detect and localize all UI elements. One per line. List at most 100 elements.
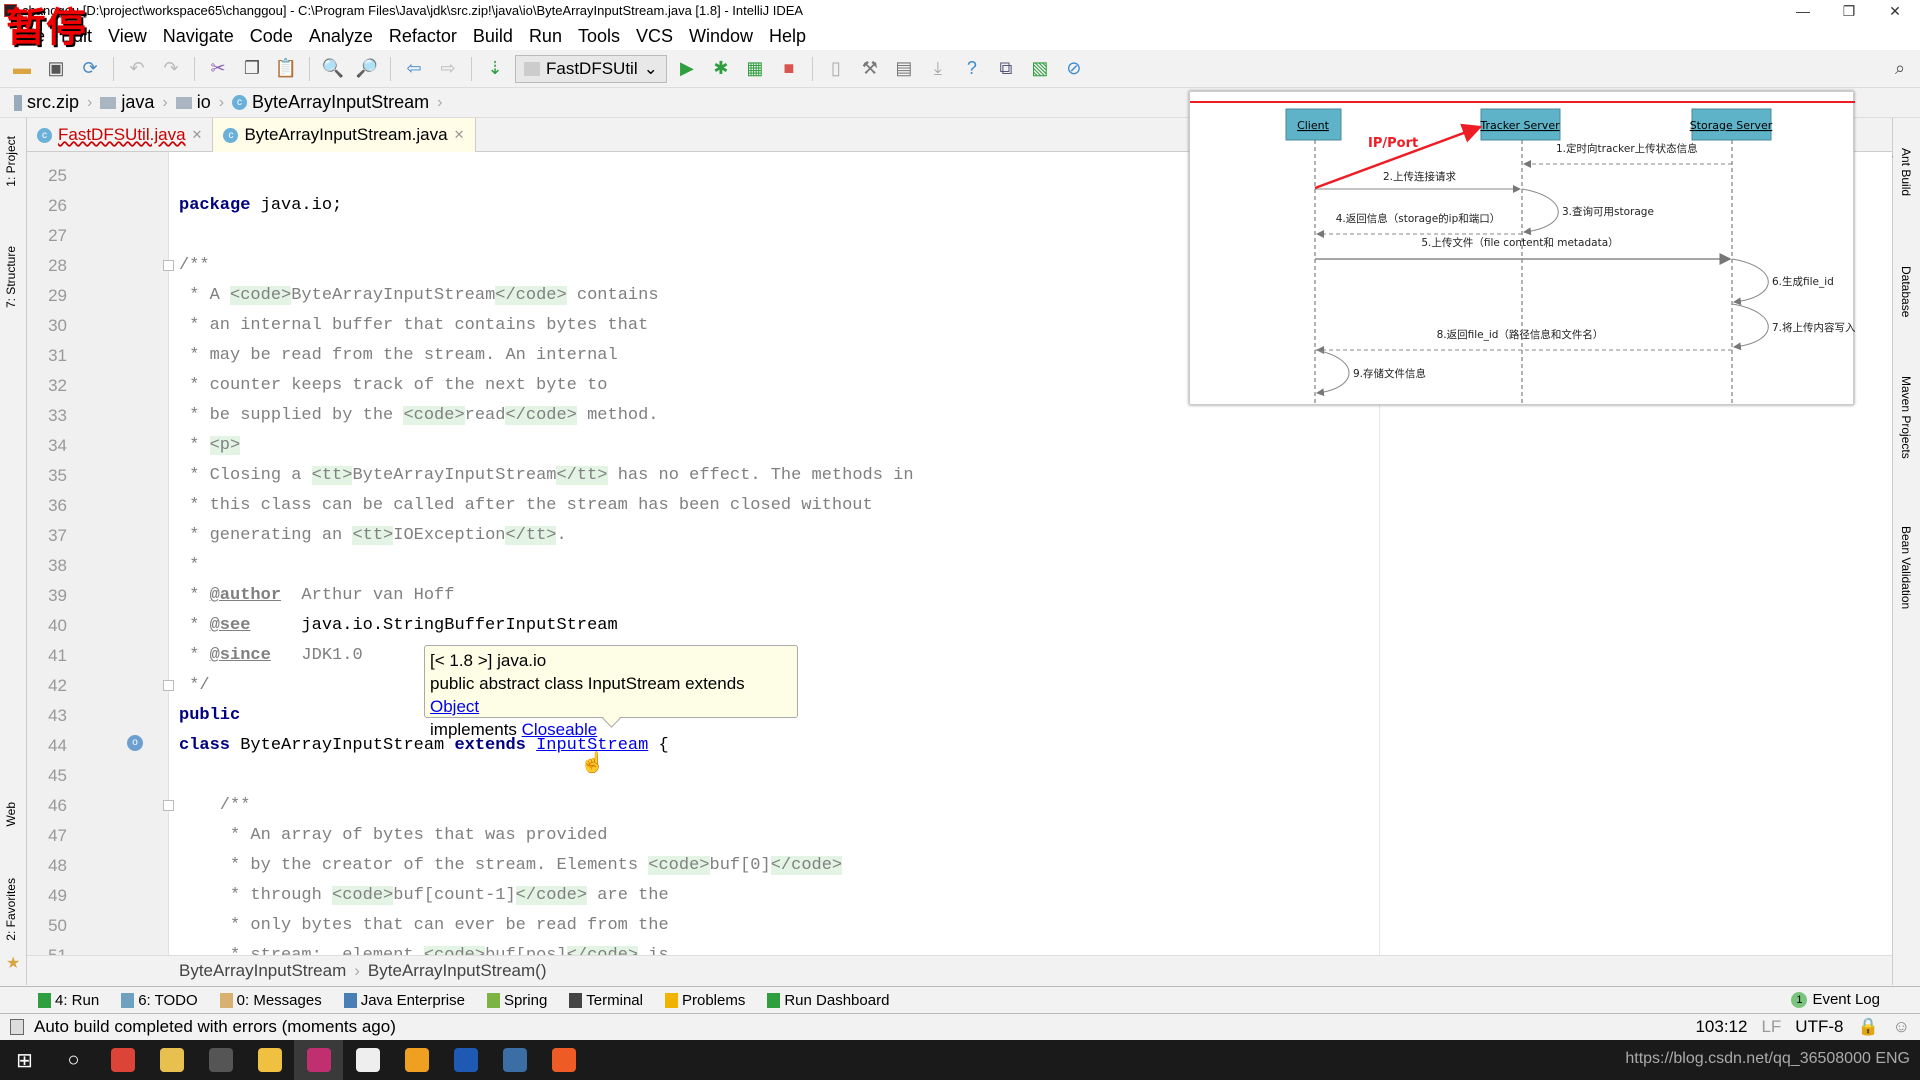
restore-button[interactable]: ❐ (1826, 0, 1872, 22)
tool-structure[interactable]: 7: Structure (4, 246, 18, 308)
tab-fastdfsutil[interactable]: c FastDFSUtil.java ✕ (27, 118, 214, 152)
closeable-link[interactable]: Closeable (522, 720, 598, 739)
breadcrumb-java[interactable]: java (100, 92, 154, 113)
close-tab-icon[interactable]: ✕ (454, 127, 465, 143)
menu-help[interactable]: Help (761, 22, 814, 50)
tab-bytearrayinputstream[interactable]: c ByteArrayInputStream.java ✕ (213, 118, 476, 152)
fold-icon[interactable] (163, 260, 174, 271)
vcs-icon[interactable]: ⧉ (992, 55, 1020, 83)
code-text: * be supplied by the <code>read</code> m… (179, 401, 659, 431)
download-icon[interactable]: ⤓ (924, 55, 952, 83)
tool-window-spring[interactable]: Spring (486, 992, 547, 1009)
message-label: 1.定时向tracker上传状态信息 (1556, 142, 1698, 155)
build-icon[interactable]: ▯ (822, 55, 850, 83)
help-icon[interactable]: ? (958, 55, 986, 83)
inspector-icon[interactable]: ☺ (1893, 1017, 1910, 1037)
taskbar-file-manager-yellow[interactable] (147, 1040, 196, 1080)
taskbar-intellij[interactable] (294, 1040, 343, 1080)
chevron-right-icon: › (218, 93, 225, 111)
tool-project[interactable]: 1: Project (4, 136, 18, 187)
paste-icon[interactable]: 📋 (272, 55, 300, 83)
taskbar-chrome[interactable] (98, 1040, 147, 1080)
taskbar-typora[interactable] (343, 1040, 392, 1080)
minimize-button[interactable]: — (1780, 0, 1826, 22)
object-link[interactable]: Object (430, 697, 479, 716)
taskbar-app-blue-beige[interactable] (490, 1040, 539, 1080)
close-button[interactable]: ✕ (1872, 0, 1918, 22)
taskbar-app-red-blue[interactable] (441, 1040, 490, 1080)
breadcrumb-io[interactable]: io (175, 92, 211, 113)
menu-tools[interactable]: Tools (570, 22, 628, 50)
tool-bean-validation[interactable]: Bean Validation (1899, 526, 1913, 609)
caret-position[interactable]: 103:12 (1695, 1017, 1747, 1037)
coverage-icon[interactable]: ▦ (741, 55, 769, 83)
disable-icon[interactable]: ⊘ (1060, 55, 1088, 83)
redo-icon[interactable]: ↷ (157, 55, 185, 83)
tool-favorites[interactable]: 2: Favorites (4, 878, 18, 941)
tool-windows-toggle-icon[interactable] (10, 1019, 24, 1035)
tool-window--messages[interactable]: 0: Messages (219, 992, 322, 1009)
start-icon[interactable]: ⊞ (0, 1040, 49, 1080)
encoding[interactable]: UTF-8 (1795, 1017, 1843, 1037)
tool-window--run[interactable]: 4: Run (38, 992, 99, 1009)
cut-icon[interactable]: ✂ (204, 55, 232, 83)
run-icon[interactable]: ▶ (673, 55, 701, 83)
tool-maven-projects[interactable]: Maven Projects (1899, 376, 1913, 459)
forward-icon[interactable]: ⇨ (434, 55, 462, 83)
run-config-dropdown[interactable]: FastDFSUtil ⌄ (515, 54, 667, 83)
breadcrumb-src-zip[interactable]: src.zip (14, 92, 79, 113)
find-icon[interactable]: 🔍 (319, 55, 347, 83)
undo-icon[interactable]: ↶ (123, 55, 151, 83)
tool-window-terminal[interactable]: Terminal (569, 992, 643, 1009)
taskbar-app-orange-blue[interactable] (392, 1040, 441, 1080)
menu-run[interactable]: Run (521, 22, 570, 50)
menu-vcs[interactable]: VCS (628, 22, 681, 50)
menu-refactor[interactable]: Refactor (381, 22, 465, 50)
replace-icon[interactable]: 🔎 (353, 55, 381, 83)
line-separator[interactable]: LF (1761, 1017, 1781, 1037)
code-text: * counter keeps track of the next byte t… (179, 371, 607, 401)
menu-window[interactable]: Window (681, 22, 761, 50)
tool-window-problems[interactable]: Problems (664, 992, 745, 1009)
status-message[interactable]: Auto build completed with errors (moment… (34, 1017, 396, 1037)
menu-code[interactable]: Code (242, 22, 301, 50)
tool-ant-build[interactable]: Ant Build (1899, 148, 1913, 196)
open-folder-icon[interactable]: ▬ (8, 55, 36, 83)
self-loop-arrow (1731, 303, 1769, 351)
debug-icon[interactable]: ✱ (707, 55, 735, 83)
cortana-icon[interactable]: ○ (49, 1040, 98, 1080)
tool-window--todo[interactable]: 6: TODO (121, 992, 198, 1009)
menu-view[interactable]: View (100, 22, 155, 50)
breadcrumb-constructor[interactable]: ByteArrayInputStream() (368, 961, 547, 981)
fold-icon[interactable] (163, 680, 174, 691)
code-text: * generating an <tt>IOException</tt>. (179, 521, 567, 551)
copy-icon[interactable]: ❐ (238, 55, 266, 83)
breadcrumb-class[interactable]: c ByteArrayInputStream (232, 92, 429, 113)
menu-build[interactable]: Build (465, 22, 521, 50)
tool-database[interactable]: Database (1899, 266, 1913, 317)
tool-window-java-enterprise[interactable]: Java Enterprise (343, 992, 465, 1009)
event-log-button[interactable]: 1 Event Log (1791, 991, 1880, 1008)
sync-icon[interactable]: ⟳ (76, 55, 104, 83)
search-icon[interactable]: ⌕ (1886, 55, 1914, 83)
sort-icon[interactable]: ⇣ (481, 55, 509, 83)
override-method-icon[interactable]: o (127, 735, 143, 751)
monitor-icon[interactable]: ▧ (1026, 55, 1054, 83)
stop-icon[interactable]: ■ (775, 55, 803, 83)
menu-analyze[interactable]: Analyze (301, 22, 381, 50)
save-icon[interactable]: ▣ (42, 55, 70, 83)
project-structure-icon[interactable]: ⚒ (856, 55, 884, 83)
breadcrumb-class[interactable]: ByteArrayInputStream (179, 961, 346, 981)
taskbar-terminal-git[interactable] (196, 1040, 245, 1080)
lock-icon[interactable]: 🔒 (1857, 1017, 1878, 1037)
tool-window-run-dashboard[interactable]: Run Dashboard (767, 992, 889, 1009)
tool-web[interactable]: Web (4, 802, 18, 826)
fold-icon[interactable] (163, 800, 174, 811)
back-icon[interactable]: ⇦ (400, 55, 428, 83)
sdk-icon[interactable]: ▤ (890, 55, 918, 83)
close-tab-icon[interactable]: ✕ (192, 127, 203, 143)
taskbar-postman[interactable] (539, 1040, 588, 1080)
line-number: 29 (48, 286, 67, 305)
menu-navigate[interactable]: Navigate (155, 22, 242, 50)
taskbar-explorer[interactable] (245, 1040, 294, 1080)
